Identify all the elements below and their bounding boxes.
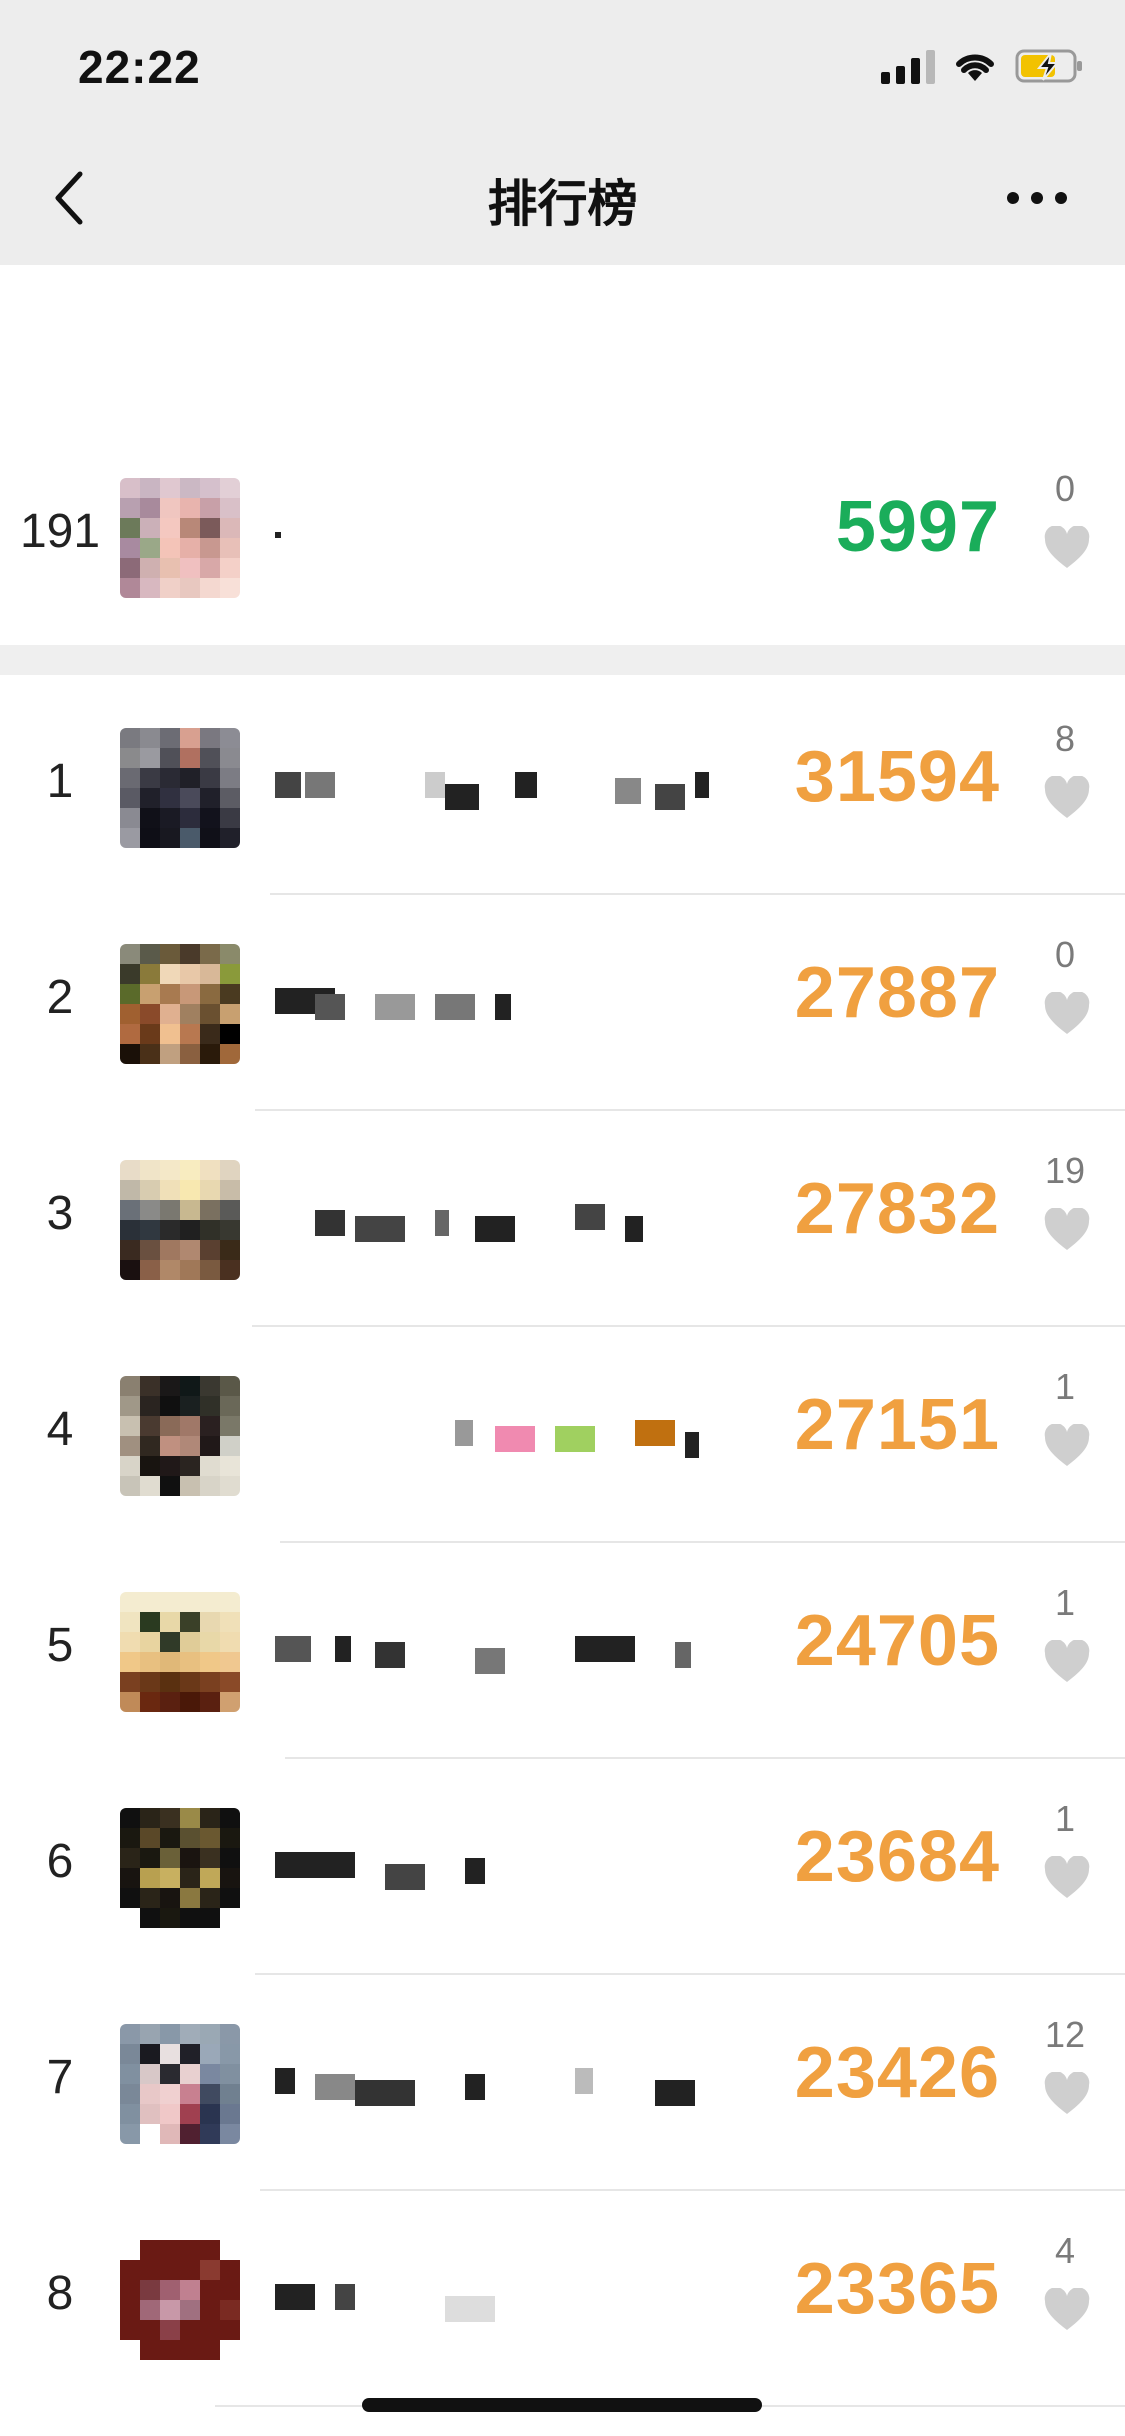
- rank-number: 6: [46, 1835, 74, 1888]
- step-count: 5997: [835, 487, 1000, 567]
- rank-number: 7: [46, 2051, 74, 2104]
- avatar[interactable]: [120, 944, 240, 1064]
- rank-number: 191: [19, 505, 101, 558]
- rank-number: 1: [46, 755, 74, 808]
- heart-icon[interactable]: [1043, 1856, 1091, 1900]
- pixelated-username: [275, 1420, 715, 1460]
- section-separator: [0, 645, 1125, 675]
- rank-number: 8: [46, 2267, 74, 2320]
- heart-icon[interactable]: [1043, 1424, 1091, 1468]
- rank-number: 2: [46, 971, 74, 1024]
- heart-icon[interactable]: [1043, 776, 1091, 820]
- row-divider: [255, 1973, 1125, 1975]
- cellular-signal-icon: [881, 48, 935, 84]
- pixelated-username: [275, 988, 715, 1028]
- pixelated-username: [275, 1636, 715, 1676]
- like-count: 1: [1054, 1798, 1076, 1839]
- like-count: 4: [1054, 2230, 1076, 2271]
- status-icons: [881, 48, 1085, 84]
- step-count: 27832: [794, 1169, 1000, 1249]
- like-count: 0: [1054, 934, 1076, 975]
- like-count: 1: [1054, 1366, 1076, 1407]
- like-count: 0: [1054, 468, 1076, 509]
- battery-charging-icon: [1015, 49, 1082, 83]
- rank-number: 5: [46, 1619, 74, 1672]
- leaderboard-row[interactable]: 4 27151 1: [0, 1328, 1125, 1543]
- pixelated-username: [275, 2068, 715, 2108]
- rank-number: 4: [46, 1403, 74, 1456]
- step-count: 23365: [794, 2249, 1000, 2329]
- avatar[interactable]: [120, 1376, 240, 1496]
- row-divider: [260, 2189, 1125, 2191]
- leaderboard-row[interactable]: 2 27887 0: [0, 896, 1125, 1111]
- pixelated-username: [275, 772, 715, 812]
- pixelated-username: [275, 522, 715, 562]
- row-divider: [285, 1757, 1125, 1759]
- step-count: 23426: [794, 2033, 1000, 2113]
- leaderboard-row[interactable]: 8 23365 4: [0, 2192, 1125, 2407]
- step-count: 23684: [794, 1817, 1000, 1897]
- avatar[interactable]: [120, 1592, 240, 1712]
- pixelated-username: [275, 1852, 715, 1892]
- my-ranking-row[interactable]: 191 5997 0: [0, 430, 1125, 645]
- step-count: 27887: [794, 953, 1000, 1033]
- leaderboard-row[interactable]: 3 27832 19: [0, 1112, 1125, 1327]
- avatar[interactable]: [120, 728, 240, 848]
- row-divider: [252, 1325, 1125, 1327]
- step-count: 27151: [794, 1385, 1000, 1465]
- step-count: 31594: [794, 737, 1000, 817]
- leaderboard-row[interactable]: 6 23684 1: [0, 1760, 1125, 1975]
- top-bar: 22:22 排行榜: [0, 0, 1125, 265]
- heart-icon[interactable]: [1043, 1208, 1091, 1252]
- heart-icon[interactable]: [1043, 1640, 1091, 1684]
- leaderboard-row[interactable]: 1 31594 8: [0, 680, 1125, 895]
- status-time: 22:22: [78, 41, 201, 93]
- pixelated-username: [275, 2284, 715, 2324]
- like-count: 12: [1044, 2014, 1086, 2055]
- page-title: 排行榜: [487, 176, 638, 232]
- home-indicator: [362, 2398, 762, 2412]
- heart-icon[interactable]: [1043, 992, 1091, 1036]
- row-divider: [270, 893, 1125, 895]
- heart-icon[interactable]: [1043, 2072, 1091, 2116]
- heart-icon[interactable]: [1043, 2288, 1091, 2332]
- like-count: 8: [1054, 718, 1076, 759]
- wifi-icon: [956, 54, 994, 81]
- heart-icon[interactable]: [1043, 526, 1091, 570]
- leaderboard-row[interactable]: 7 23426 12: [0, 1976, 1125, 2191]
- like-count: 1: [1054, 1582, 1076, 1623]
- row-divider: [280, 1541, 1125, 1543]
- avatar[interactable]: [120, 1160, 240, 1280]
- row-divider: [255, 1109, 1125, 1111]
- avatar[interactable]: [120, 478, 240, 598]
- step-count: 24705: [794, 1601, 1000, 1681]
- more-options-icon[interactable]: [1007, 192, 1067, 204]
- like-count: 19: [1044, 1150, 1086, 1191]
- rank-number: 3: [46, 1187, 74, 1240]
- avatar[interactable]: [120, 2024, 240, 2144]
- leaderboard-row[interactable]: 5 24705 1: [0, 1544, 1125, 1759]
- avatar[interactable]: [120, 2240, 240, 2360]
- pixelated-username: [275, 1204, 715, 1244]
- avatar[interactable]: [120, 1808, 240, 1928]
